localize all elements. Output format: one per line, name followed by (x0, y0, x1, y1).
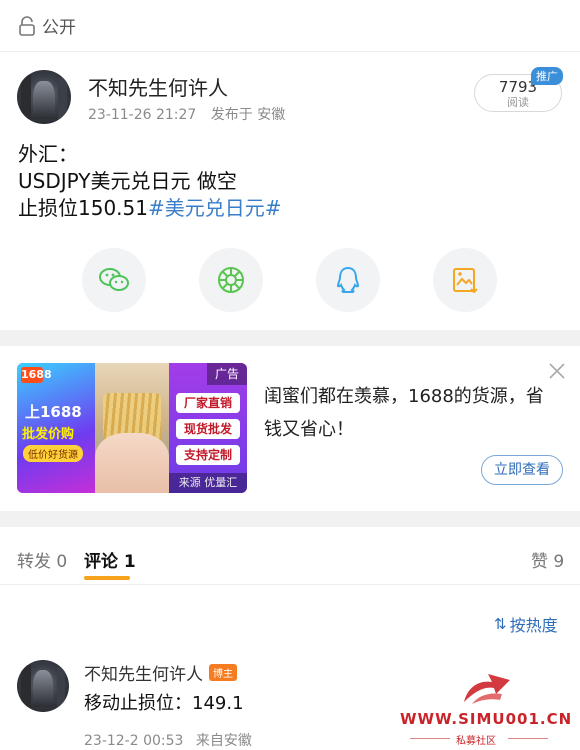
ad-subline: 批发价购 (22, 427, 75, 442)
ad-view-now-button[interactable]: 立即查看 (481, 455, 563, 485)
ad-image-photo (95, 363, 169, 493)
watermark-site: WWW.SIMU001.CN (400, 710, 573, 728)
ad-tag: 厂家直销 (176, 393, 240, 413)
post-line-with-tag: 止损位150.51#美元兑日元# (18, 195, 282, 222)
promo-badge[interactable]: 推广 (531, 67, 563, 85)
tab-active-indicator (84, 576, 130, 580)
sort-by-hot-button[interactable]: ⇅ 按热度 (494, 612, 558, 636)
post-meta: 23-11-26 21:27 发布于 安徽 (88, 104, 285, 124)
comment-author-row: 不知先生何许人 博主 (84, 660, 237, 685)
comment-text[interactable]: 移动止损位：149.1 (84, 689, 244, 715)
watermark-sub: 私募社区 (456, 736, 496, 747)
share-moments-button[interactable] (199, 248, 263, 312)
ad-label: 广告 (207, 363, 247, 385)
post-timestamp: 23-11-26 21:27 (88, 107, 197, 123)
share-wechat-button[interactable] (82, 248, 146, 312)
sort-label: 按热度 (509, 616, 558, 635)
visibility-label: 公开 (42, 18, 76, 38)
section-divider (0, 511, 580, 527)
interaction-tabs: 转发 0 评论 1 赞 9 (0, 527, 580, 585)
comment-timestamp: 23-12-2 00:53 (84, 733, 184, 749)
save-image-button[interactable] (433, 248, 497, 312)
ad-image-right-panel: 广告 厂家直销 现货批发 支持定制 来源 优量汇 (169, 363, 247, 493)
reads-label: 阅读 (507, 96, 529, 109)
post-location: 发布于 安徽 (210, 107, 286, 123)
hashtag-link[interactable]: #美元兑日元# (148, 196, 282, 220)
watermark: WWW.SIMU001.CN 私募社区 (396, 664, 580, 750)
author-avatar[interactable] (17, 70, 71, 124)
visibility-bar[interactable]: 公开 (0, 0, 580, 52)
post-line: 外汇： (18, 142, 78, 166)
watermark-rule (508, 738, 548, 739)
ad-tag: 现货批发 (176, 419, 240, 439)
blogger-badge: 博主 (209, 664, 237, 681)
ad-image-left-panel: 1688 上1688 批发价购 低价好货源 (17, 363, 95, 493)
comment-meta: 23-12-2 00:53 来自安徽 (84, 730, 252, 750)
post-line: USDJPY美元兑日元 做空 (18, 169, 237, 193)
ad-source: 来源 优量汇 (169, 473, 247, 493)
commenter-avatar[interactable] (17, 660, 69, 712)
close-icon[interactable] (546, 360, 568, 382)
ad-pill: 低价好货源 (23, 445, 83, 462)
tab-repost[interactable]: 转发 0 (17, 547, 67, 572)
comment-source: 来自安徽 (195, 733, 252, 749)
post-line: 止损位150.51 (18, 196, 148, 220)
wechat-icon (99, 268, 129, 291)
ad-brand-logo: 1688 (21, 367, 52, 383)
comment-author[interactable]: 不知先生何许人 (84, 660, 203, 685)
ad-headline: 上1688 (25, 403, 82, 421)
sort-icon: ⇅ (494, 615, 507, 633)
save-image-icon (453, 268, 478, 294)
section-divider (0, 330, 580, 346)
tab-comments[interactable]: 评论 1 (84, 547, 136, 572)
tab-likes[interactable]: 赞 9 (531, 547, 564, 572)
reads-counter[interactable]: 7793 阅读 推广 (474, 67, 563, 112)
share-qq-button[interactable] (316, 248, 380, 312)
qq-icon (336, 266, 360, 293)
post-detail-page: 公开 不知先生何许人 23-11-26 21:27 发布于 安徽 7793 阅读… (0, 0, 580, 750)
watermark-logo-icon (464, 674, 510, 704)
author-name[interactable]: 不知先生何许人 (88, 72, 228, 101)
post-body: 外汇： USDJPY美元兑日元 做空 止损位150.51#美元兑日元# (18, 141, 282, 222)
ad-tag: 支持定制 (176, 445, 240, 465)
lock-icon (19, 15, 35, 36)
ad-description[interactable]: 闺蜜们都在羡慕，1688的货源，省钱又省心！ (264, 380, 554, 446)
moments-icon (218, 267, 244, 293)
watermark-rule (410, 738, 450, 739)
ad-image[interactable]: 1688 上1688 批发价购 低价好货源 广告 厂家直销 现货批发 支持定制 … (17, 363, 247, 493)
